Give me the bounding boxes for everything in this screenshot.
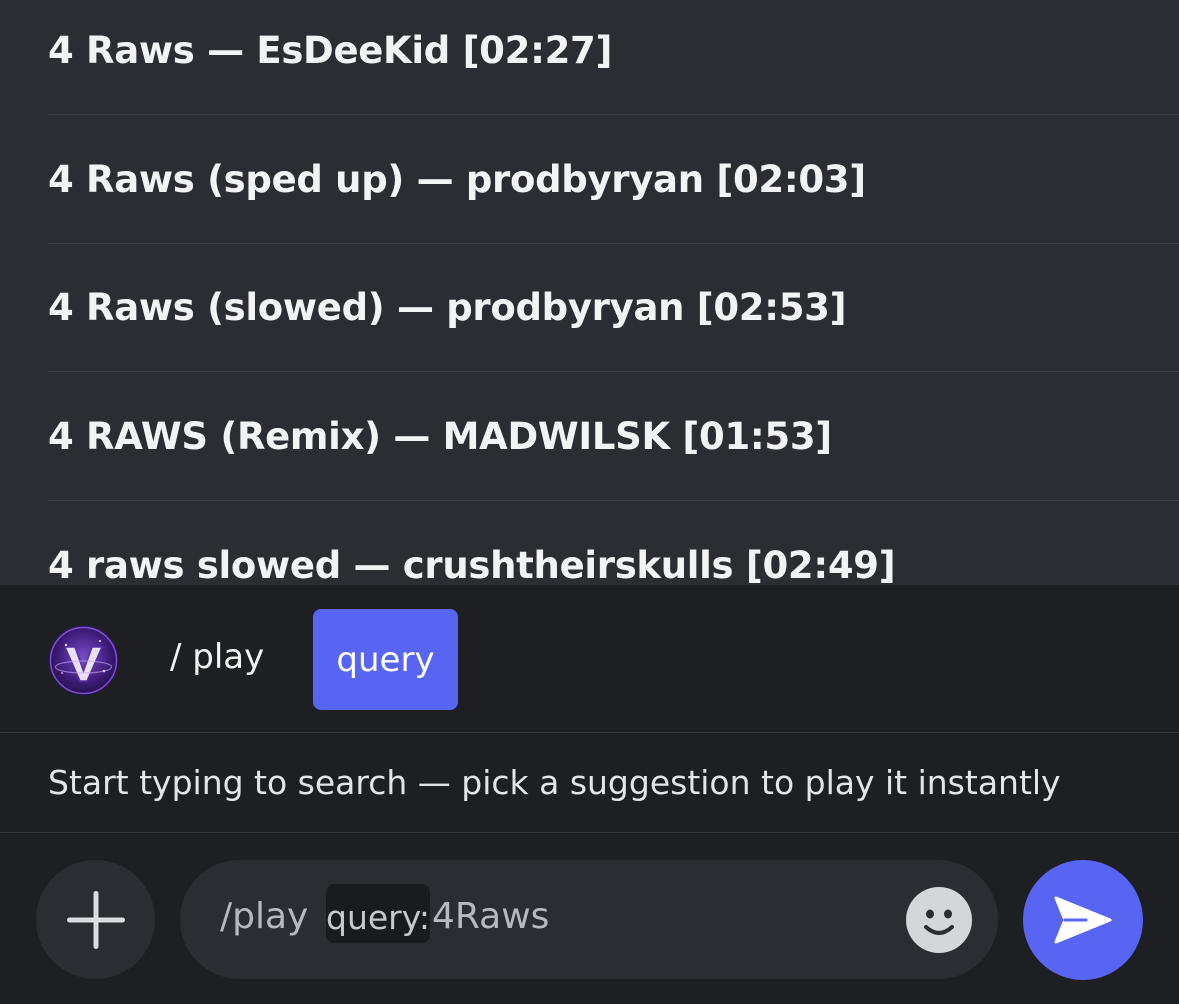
query-option-value[interactable]: 4Raws bbox=[432, 896, 549, 937]
emoji-button[interactable] bbox=[906, 887, 972, 953]
suggestion-label: 4 RAWS (Remix) — MADWILSK [01:53] bbox=[48, 414, 832, 458]
add-attachment-button[interactable] bbox=[36, 860, 155, 979]
suggestion-item[interactable]: 4 raws slowed — crushtheirskulls [02:49] bbox=[48, 501, 1179, 585]
send-icon bbox=[1054, 896, 1112, 944]
suggestion-label: 4 raws slowed — crushtheirskulls [02:49] bbox=[48, 544, 896, 585]
send-button[interactable] bbox=[1023, 860, 1143, 980]
suggestion-label: 4 Raws (sped up) — prodbyryan [02:03] bbox=[48, 157, 866, 201]
query-option-label[interactable]: query: bbox=[326, 898, 430, 937]
bot-avatar-icon bbox=[48, 625, 119, 696]
suggestion-item[interactable]: 4 Raws (slowed) — prodbyryan [02:53] bbox=[48, 243, 1179, 372]
autocomplete-suggestions: 4 Raws — EsDeeKid [02:27] 4 Raws (sped u… bbox=[0, 0, 1179, 585]
hint-text: Start typing to search — pick a suggesti… bbox=[48, 763, 1061, 802]
suggestion-item[interactable]: 4 Raws — EsDeeKid [02:27] bbox=[48, 0, 1179, 115]
command-header: / play query bbox=[0, 585, 1179, 733]
screen: 4 Raws — EsDeeKid [02:27] 4 Raws (sped u… bbox=[0, 0, 1179, 1004]
message-input-bar: /play query: 4Raws bbox=[0, 833, 1179, 1004]
suggestion-label: 4 Raws — EsDeeKid [02:27] bbox=[48, 28, 613, 72]
emoji-icon bbox=[924, 909, 954, 935]
query-option-chip[interactable]: query bbox=[313, 609, 458, 710]
suggestion-label: 4 Raws (slowed) — prodbyryan [02:53] bbox=[48, 285, 847, 329]
plus-icon bbox=[66, 890, 125, 949]
command-prefix: /play bbox=[220, 896, 309, 937]
suggestion-item[interactable]: 4 Raws (sped up) — prodbyryan [02:03] bbox=[48, 115, 1179, 244]
message-input[interactable]: /play query: 4Raws bbox=[180, 860, 998, 979]
suggestion-item[interactable]: 4 RAWS (Remix) — MADWILSK [01:53] bbox=[48, 372, 1179, 501]
command-name: / play bbox=[170, 637, 265, 677]
hint-row: Start typing to search — pick a suggesti… bbox=[0, 733, 1179, 833]
